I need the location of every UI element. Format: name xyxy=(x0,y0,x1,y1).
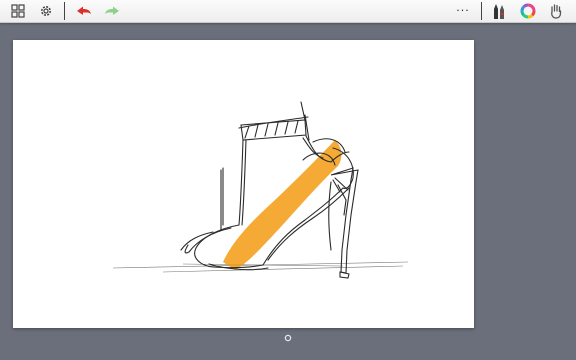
page-dot-icon xyxy=(284,334,292,342)
settings-gear-icon[interactable] xyxy=(37,2,55,20)
page-indicator xyxy=(284,334,292,342)
high-heel-boot-sketch-icon xyxy=(112,101,409,279)
more-menu-label: ··· xyxy=(456,4,470,17)
toolbar-separator xyxy=(481,2,482,20)
more-menu-icon[interactable]: ··· xyxy=(454,2,472,20)
gallery-grid-icon[interactable] xyxy=(9,2,27,20)
redo-icon[interactable] xyxy=(103,2,121,20)
drawing-canvas[interactable] xyxy=(13,40,474,328)
brush-library-icon[interactable] xyxy=(490,2,508,20)
pan-hand-icon[interactable] xyxy=(547,2,565,20)
undo-icon[interactable] xyxy=(75,2,93,20)
color-wheel-icon[interactable] xyxy=(519,2,537,20)
top-toolbar: ··· xyxy=(0,0,576,23)
toolbar-separator xyxy=(64,2,65,20)
